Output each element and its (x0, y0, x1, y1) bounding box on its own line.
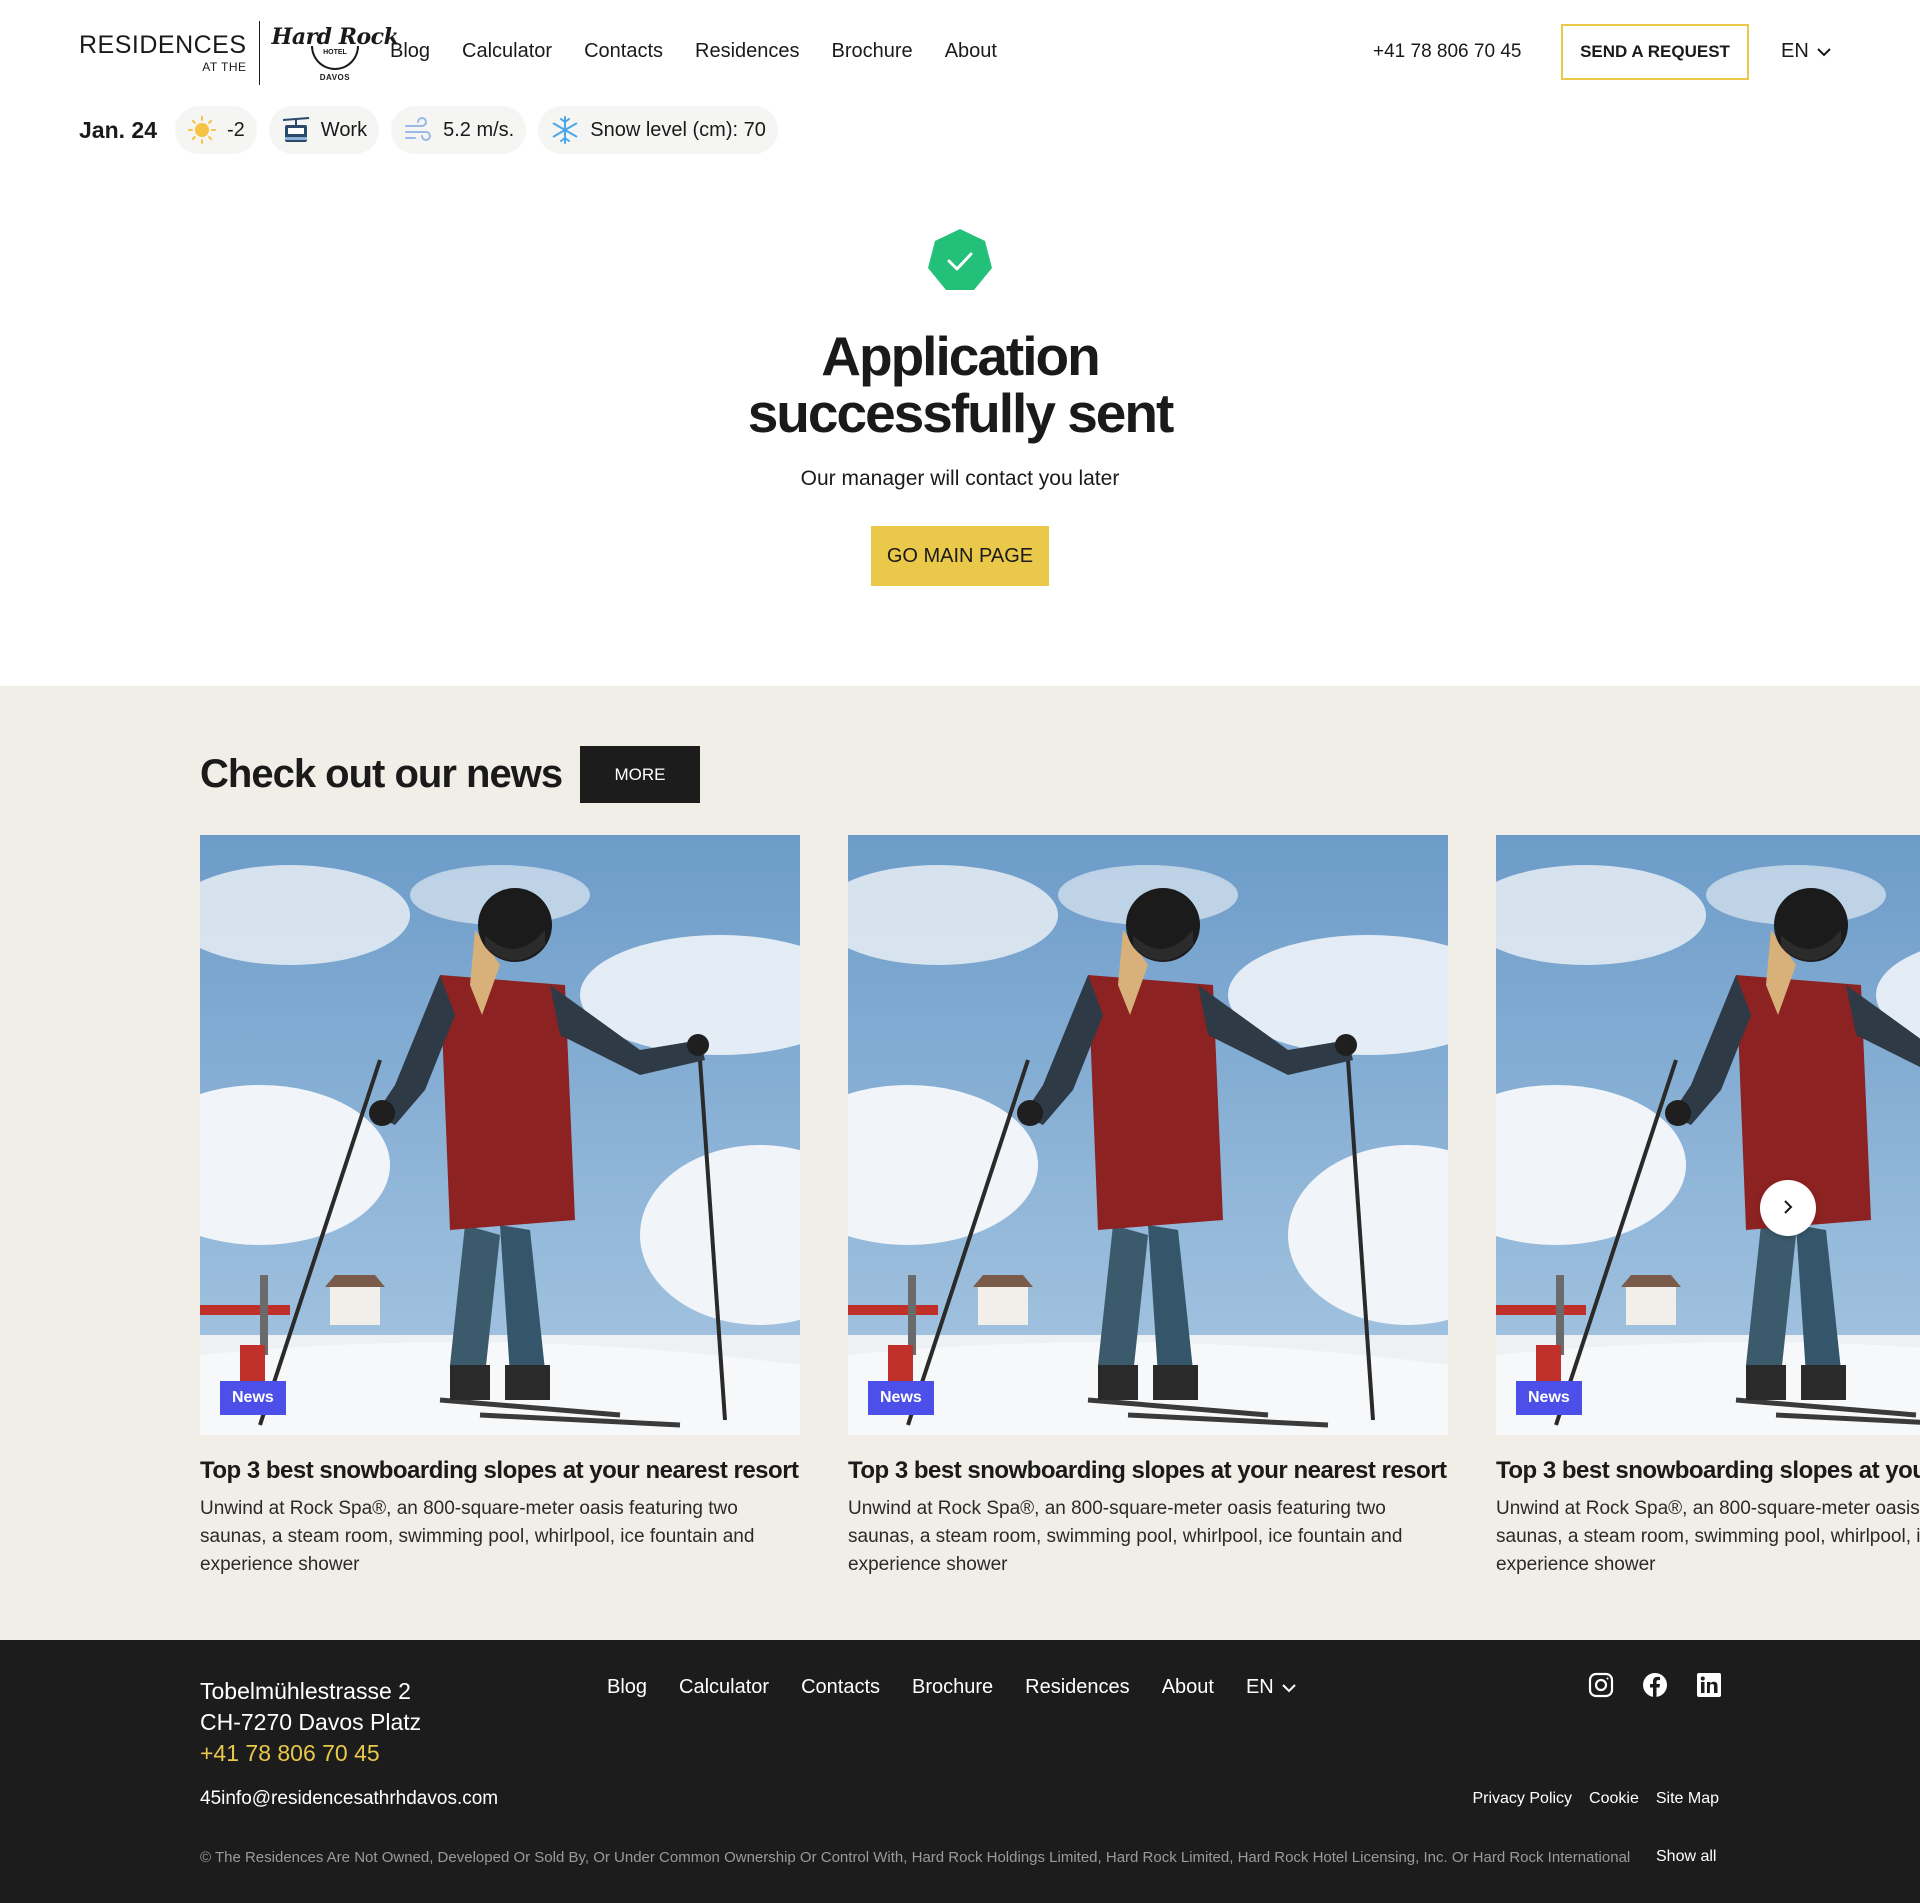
footer-address-line2: CH-7270 Davos Platz (200, 1709, 422, 1735)
news-card-description: Unwind at Rock Spa®, an 800-square-meter… (1496, 1498, 1920, 1575)
news-card[interactable]: News Top 3 best snowboarding slopes at y… (848, 835, 1448, 1579)
nav-item-calculator[interactable]: Calculator (462, 40, 552, 63)
skier-photo (1496, 835, 1920, 1435)
snow-value: Snow level (cm): 70 (590, 118, 766, 141)
language-label: EN (1781, 40, 1809, 62)
news-card-title: Top 3 best snowboarding slopes at your n… (200, 1457, 799, 1484)
site-logo[interactable]: RESIDENCES AT THE Hard Rock HOTEL DAVOS (79, 19, 399, 87)
footer-nav-residences[interactable]: Residences (1025, 1676, 1130, 1699)
news-card-image: News (848, 835, 1448, 1435)
success-title: Application successfully sent (660, 328, 1260, 442)
footer-nav-calculator[interactable]: Calculator (679, 1676, 769, 1699)
social-links (1588, 1672, 1722, 1698)
nav-item-contacts[interactable]: Contacts (584, 40, 663, 63)
show-all-link[interactable]: Show all (1656, 1848, 1716, 1866)
nav-item-about[interactable]: About (945, 40, 997, 63)
footer-nav-brochure[interactable]: Brochure (912, 1676, 993, 1699)
sun-icon (187, 115, 217, 145)
footer-email-link[interactable]: 45info@residencesathrhdavos.com (200, 1788, 498, 1810)
footer-phone-link[interactable]: +41 78 806 70 45 (200, 1740, 380, 1766)
logo-wordmark: RESIDENCES AT THE (79, 21, 260, 85)
legal-links: Privacy Policy Cookie Site Map (1472, 1790, 1719, 1808)
news-card-title: Top 3 best snowboarding slopes at your n… (1496, 1457, 1920, 1484)
site-footer: Tobelmühlestrasse 2 CH-7270 Davos Platz … (0, 1640, 1920, 1903)
language-selector[interactable]: EN (1781, 40, 1831, 63)
skier-photo (848, 835, 1448, 1435)
news-card-title: Top 3 best snowboarding slopes at your n… (848, 1457, 1447, 1484)
news-card[interactable]: News Top 3 best snowboarding slopes at y… (1496, 835, 1920, 1579)
copyright-text: © The Residences Are Not Owned, Develope… (200, 1849, 1631, 1866)
temperature-pill: -2 (175, 106, 257, 154)
footer-address-line1: Tobelmühlestrasse 2 (200, 1678, 411, 1704)
chevron-down-icon (1817, 40, 1831, 63)
hard-rock-logo: Hard Rock HOTEL DAVOS (260, 24, 399, 82)
footer-nav-about[interactable]: About (1162, 1676, 1214, 1699)
chevron-right-icon (1783, 1199, 1793, 1218)
temperature-value: -2 (227, 118, 245, 141)
nav-item-blog[interactable]: Blog (390, 40, 430, 63)
wind-value: 5.2 m/s. (443, 118, 515, 141)
news-section: Check out our news MORE News Top 3 best … (0, 686, 1920, 1640)
privacy-policy-link[interactable]: Privacy Policy (1472, 1790, 1572, 1808)
main-nav: Blog Calculator Contacts Residences Broc… (390, 40, 997, 63)
footer-language-selector[interactable]: EN (1246, 1676, 1296, 1699)
success-check-icon (927, 228, 993, 294)
snow-pill: Snow level (cm): 70 (538, 106, 778, 154)
news-tag: News (220, 1381, 286, 1415)
header-phone-link[interactable]: +41 78 806 70 45 (1373, 41, 1521, 63)
lift-status-pill: Work (268, 106, 380, 154)
wind-icon (403, 115, 433, 145)
news-card-description: Unwind at Rock Spa®, an 800-square-meter… (848, 1498, 1403, 1575)
news-more-button[interactable]: MORE (580, 746, 700, 803)
logo-main-text: RESIDENCES (79, 31, 247, 59)
cable-car-icon (281, 115, 311, 145)
success-subtitle: Our manager will contact you later (800, 467, 1120, 490)
news-section-title: Check out our news (200, 752, 563, 796)
snowflake-icon (550, 115, 580, 145)
news-tag: News (868, 1381, 934, 1415)
footer-language-label: EN (1245, 1676, 1274, 1698)
logo-sub-text: AT THE (202, 60, 247, 74)
hard-rock-ring: HOTEL (310, 46, 359, 70)
skier-photo (200, 835, 800, 1435)
news-tag: News (1516, 1381, 1582, 1415)
carousel-next-button[interactable] (1760, 1180, 1816, 1236)
wind-pill: 5.2 m/s. (391, 106, 527, 154)
success-title-line2: successfully sent (747, 382, 1175, 444)
weather-date: Jan. 24 (79, 116, 157, 143)
linkedin-icon[interactable] (1696, 1672, 1722, 1698)
news-card-image: News (1496, 835, 1920, 1435)
site-map-link[interactable]: Site Map (1656, 1790, 1719, 1808)
footer-nav-blog[interactable]: Blog (607, 1676, 647, 1699)
news-card[interactable]: News Top 3 best snowboarding slopes at y… (200, 835, 800, 1579)
send-request-button[interactable]: SEND A REQUEST (1561, 24, 1749, 80)
nav-item-residences[interactable]: Residences (695, 40, 800, 63)
go-main-page-button[interactable]: GO MAIN PAGE (871, 526, 1049, 586)
instagram-icon[interactable] (1588, 1672, 1614, 1698)
cookie-link[interactable]: Cookie (1589, 1790, 1639, 1808)
facebook-icon[interactable] (1642, 1672, 1668, 1698)
news-card-image: News (200, 835, 800, 1435)
site-header: RESIDENCES AT THE Hard Rock HOTEL DAVOS … (0, 0, 1920, 100)
news-card-description: Unwind at Rock Spa®, an 800-square-meter… (200, 1498, 755, 1575)
weather-bar: Jan. 24 -2 Work 5.2 m/s. Snow level (cm)… (79, 106, 778, 154)
footer-nav: Blog Calculator Contacts Brochure Reside… (607, 1676, 1296, 1699)
footer-address: Tobelmühlestrasse 2 CH-7270 Davos Platz … (200, 1676, 421, 1769)
success-title-line1: Application (821, 325, 1100, 387)
footer-nav-contacts[interactable]: Contacts (801, 1676, 880, 1699)
hard-rock-city: DAVOS (319, 73, 351, 82)
lift-status-value: Work (320, 118, 368, 141)
chevron-down-icon (1282, 1676, 1296, 1699)
nav-item-brochure[interactable]: Brochure (832, 40, 913, 63)
